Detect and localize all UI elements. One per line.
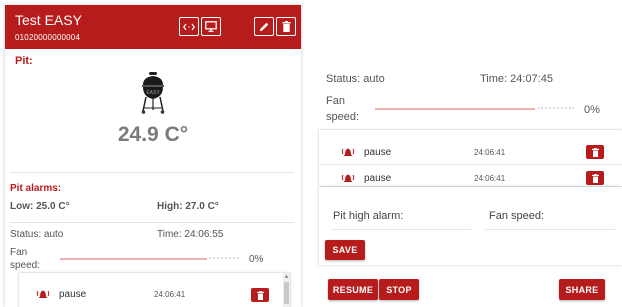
save-button[interactable]: SAVE	[325, 240, 365, 260]
edit-button[interactable]	[254, 17, 274, 36]
event-label: pause	[59, 289, 87, 300]
fan-speed-input[interactable]	[485, 229, 615, 230]
alarm-bell-icon	[341, 174, 355, 182]
card-header: Test EASY 01020000000004	[5, 5, 301, 49]
kettle-grill-icon: EASY	[141, 72, 165, 114]
scroll-thumb[interactable]	[284, 282, 289, 304]
embed-button[interactable]	[179, 17, 199, 36]
detail-status-text: Status: auto	[326, 73, 385, 85]
pencil-icon	[259, 22, 268, 31]
event-time: 24:06:41	[474, 148, 506, 157]
event-label: pause	[364, 173, 392, 184]
divider	[10, 172, 294, 173]
high-alarm-value: High: 27.0 C°	[157, 201, 219, 212]
pit-temperature: 24.9 C°	[117, 123, 189, 146]
pit-high-alarm-label: Pit high alarm:	[333, 210, 404, 222]
detail-fan-speed-slider[interactable]	[375, 108, 535, 110]
list-item: pause 24:06:41	[19, 279, 290, 306]
delete-event-button[interactable]	[251, 288, 269, 302]
trash-icon	[591, 147, 599, 157]
fan-speed-field-label: Fan speed:	[489, 210, 545, 222]
pit-card: Test EASY 01020000000004 Pit: EASY 24.9 …	[5, 5, 301, 307]
device-title: Test EASY	[15, 12, 82, 28]
fan-speed-label-line1: Fan	[10, 247, 28, 258]
event-time: 24:06:41	[154, 290, 186, 299]
list-item: pause 24:06:41	[319, 165, 622, 186]
detail-fan-label-line1: Fan	[326, 95, 345, 107]
device-id: 01020000000004	[15, 33, 81, 42]
status-text: Status: auto	[10, 229, 64, 240]
monitor-icon	[205, 21, 217, 32]
fan-speed-value: 0%	[249, 254, 264, 265]
detail-event-list: pause 24:06:41 pause 24:06:41	[319, 130, 622, 186]
list-item: pause 24:06:41	[319, 138, 622, 165]
fan-speed-slider-remaining	[209, 257, 239, 261]
divider	[10, 222, 294, 223]
svg-text:EASY: EASY	[146, 90, 160, 96]
delete-event-button[interactable]	[586, 171, 604, 185]
delete-button[interactable]	[276, 17, 296, 36]
detail-fan-label-line2: speed:	[326, 111, 360, 123]
code-icon	[183, 23, 195, 30]
detail-time-text: Time: 24:07:45	[480, 73, 553, 85]
low-alarm-value: Low: 25.0 C°	[10, 201, 70, 212]
pit-label: Pit:	[15, 55, 33, 67]
share-button[interactable]: SHARE	[559, 279, 605, 300]
scroll-up-arrow[interactable]: ▲	[283, 274, 290, 281]
display-button[interactable]	[201, 17, 221, 36]
alarm-bell-icon	[36, 290, 50, 298]
event-list-scrollbar[interactable]: ▲	[283, 273, 290, 307]
fan-speed-slider[interactable]	[60, 258, 207, 260]
pit-alarms-label: Pit alarms:	[10, 183, 62, 194]
event-list: pause 24:06:41 ▲	[19, 273, 290, 307]
trash-icon	[282, 21, 290, 32]
settings-form: Pit high alarm: Fan speed: SAVE	[319, 187, 622, 265]
trash-icon	[256, 290, 264, 300]
resume-button[interactable]: RESUME	[328, 279, 378, 300]
fan-speed-label-line2: speed:	[10, 260, 41, 271]
detail-fan-speed-slider-remaining	[538, 107, 574, 111]
event-label: pause	[364, 147, 392, 158]
alarm-bell-icon	[341, 148, 355, 156]
stop-button[interactable]: STOP	[379, 279, 419, 300]
detail-fan-speed-value: 0%	[584, 104, 600, 116]
event-time: 24:06:41	[474, 174, 506, 183]
delete-event-button[interactable]	[586, 145, 604, 159]
pit-high-alarm-input[interactable]	[331, 229, 471, 230]
trash-icon	[591, 173, 599, 183]
time-text: Time: 24:06:55	[157, 229, 224, 240]
